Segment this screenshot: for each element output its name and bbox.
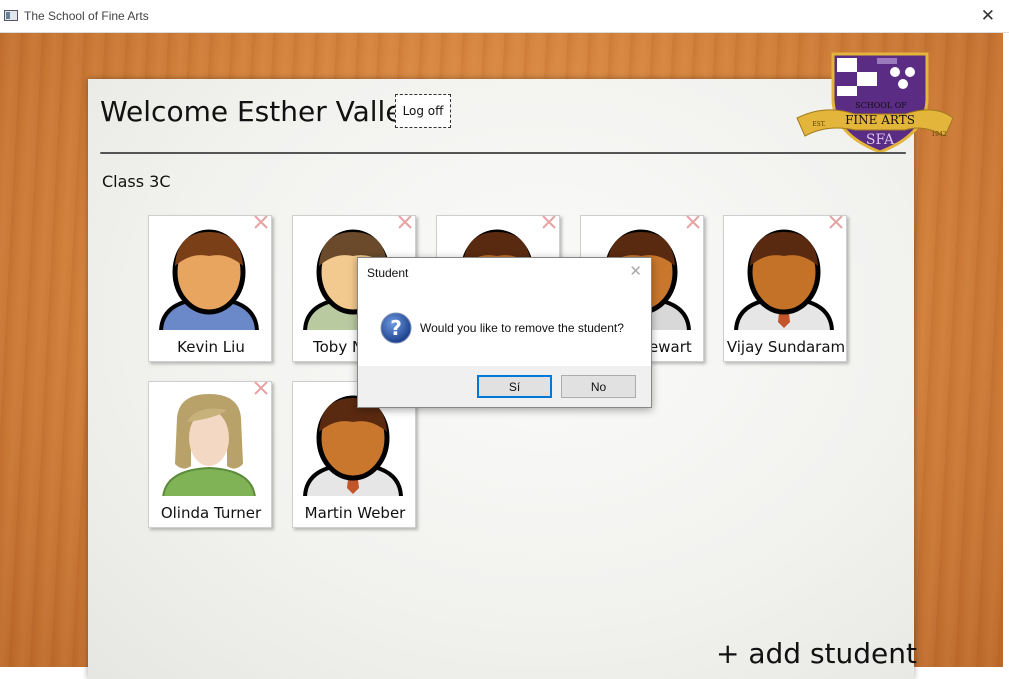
crest-top-text: SCHOOL OF: [855, 101, 907, 110]
student-name: Martin Weber: [304, 504, 406, 522]
window-titlebar: The School of Fine Arts ✕: [0, 0, 1009, 33]
log-off-button[interactable]: Log off: [395, 94, 451, 128]
student-photo: [157, 388, 261, 496]
header-divider: [100, 152, 906, 154]
add-student-link[interactable]: + add student: [716, 637, 917, 670]
student-photo: [157, 222, 261, 330]
crest-initials: SFA: [866, 132, 895, 148]
student-card[interactable]: Vijay Sundaram: [723, 215, 847, 362]
student-card[interactable]: Kevin Liu: [148, 215, 272, 362]
class-label: Class 3C: [102, 172, 171, 191]
app-icon: [4, 10, 18, 21]
school-crest-logo: SCHOOL OF FINE ARTS EST. 1942 SFA: [796, 52, 954, 154]
no-button[interactable]: No: [561, 375, 636, 398]
window-title: The School of Fine Arts: [24, 9, 149, 23]
student-name: Kevin Liu: [177, 338, 245, 356]
crest-banner-text: FINE ARTS: [845, 113, 915, 127]
woman-avatar-icon: [162, 394, 256, 496]
man-avatar-tie-icon: [734, 229, 834, 330]
remove-student-icon[interactable]: [253, 380, 269, 396]
window-close-button[interactable]: ✕: [981, 6, 995, 26]
student-photo: [732, 222, 836, 330]
remove-student-icon[interactable]: [685, 214, 701, 230]
dialog-close-button[interactable]: ✕: [629, 262, 642, 280]
window-edge: [1003, 33, 1009, 667]
welcome-heading: Welcome Esther Valle!: [100, 95, 414, 128]
remove-student-icon[interactable]: [541, 214, 557, 230]
student-name: Vijay Sundaram: [726, 338, 846, 356]
student-name: Olinda Turner: [160, 504, 262, 522]
remove-student-dialog: Student ✕ ? Would you like to remove the…: [357, 257, 652, 408]
dialog-title: Student: [367, 266, 409, 280]
svg-text:?: ?: [390, 316, 402, 340]
yes-button[interactable]: Sí: [477, 375, 552, 398]
student-card[interactable]: Olinda Turner: [148, 381, 272, 528]
remove-student-icon[interactable]: [253, 214, 269, 230]
remove-student-icon[interactable]: [828, 214, 844, 230]
question-icon: ?: [380, 312, 412, 344]
crest-left-text: EST.: [812, 121, 826, 128]
remove-student-icon[interactable]: [397, 214, 413, 230]
crest-right-text: 1942: [931, 131, 946, 138]
dialog-message: Would you like to remove the student?: [420, 321, 624, 335]
boy-avatar-icon: [159, 229, 259, 330]
